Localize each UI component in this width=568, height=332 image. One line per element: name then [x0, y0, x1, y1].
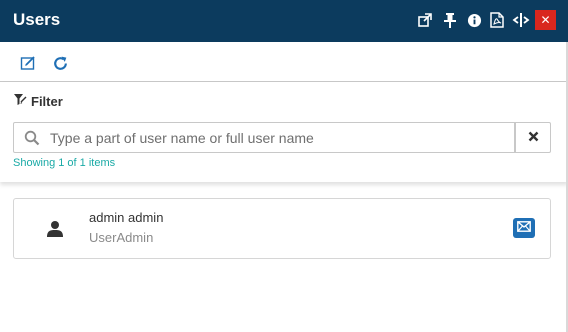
result-count: Showing 1 of 1 items [13, 157, 116, 169]
info-icon[interactable] [464, 10, 484, 30]
external-link-icon[interactable] [415, 10, 435, 30]
user-role: UserAdmin [89, 230, 154, 245]
resize-icon[interactable] [511, 10, 531, 30]
mail-icon [517, 219, 531, 237]
search-input[interactable] [50, 123, 510, 152]
user-name: admin admin [89, 210, 164, 225]
pin-icon[interactable] [440, 10, 460, 30]
list-item[interactable]: admin admin UserAdmin [13, 198, 551, 259]
clear-search-button[interactable] [515, 122, 551, 153]
close-button[interactable]: ✕ [535, 10, 556, 30]
person-icon [44, 218, 66, 240]
send-mail-button[interactable] [513, 218, 535, 238]
filter-panel: Filter Showing 1 of 1 items [0, 82, 568, 182]
filter-heading[interactable]: Filter [13, 93, 63, 109]
search-box [13, 122, 515, 153]
window-title: Users [13, 10, 61, 29]
pdf-icon[interactable] [487, 10, 507, 30]
close-icon: ✕ [540, 13, 551, 27]
search-icon [23, 129, 41, 147]
toolbar [0, 42, 568, 82]
window-header: Users ✕ [0, 0, 568, 42]
refresh-icon[interactable] [50, 53, 70, 73]
filter-label: Filter [31, 93, 63, 109]
filter-icon [13, 93, 27, 110]
clear-icon [528, 129, 539, 147]
edit-icon[interactable] [18, 53, 38, 73]
